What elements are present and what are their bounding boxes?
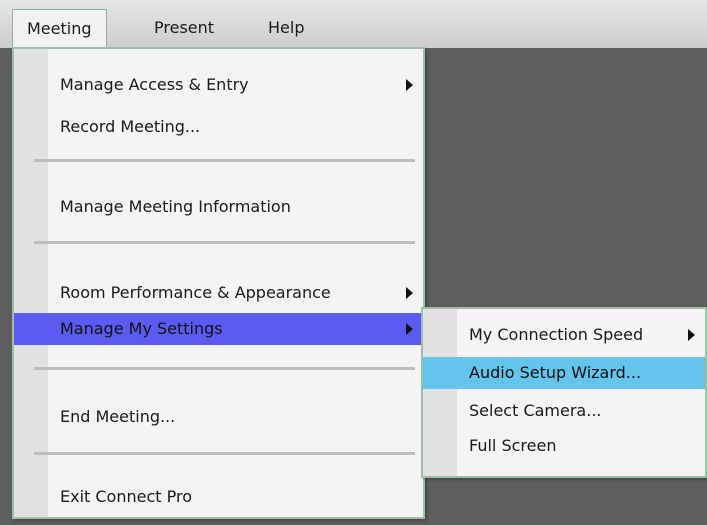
- menu-item-record-meeting[interactable]: Record Meeting...: [14, 111, 423, 143]
- menubar-present[interactable]: Present: [140, 9, 228, 47]
- menu-item-label: Room Performance & Appearance: [60, 283, 331, 302]
- submenu-arrow-icon: [406, 79, 413, 91]
- submenu-item-full-screen[interactable]: Full Screen: [423, 430, 705, 462]
- menu-item-label: Manage Meeting Information: [60, 197, 291, 216]
- menu-item-manage-meeting-info[interactable]: Manage Meeting Information: [14, 191, 423, 223]
- menu-item-manage-access[interactable]: Manage Access & Entry: [14, 69, 423, 101]
- menu-bar: Meeting Present Help: [0, 0, 707, 49]
- menu-separator: [34, 367, 415, 370]
- menu-item-label: My Connection Speed: [469, 325, 644, 344]
- menu-item-label: End Meeting...: [60, 407, 176, 426]
- settings-submenu: My Connection Speed Audio Setup Wizard..…: [421, 307, 707, 478]
- menubar-meeting-label: Meeting: [27, 19, 92, 38]
- menubar-help[interactable]: Help: [254, 9, 318, 47]
- menu-item-label: Record Meeting...: [60, 117, 201, 136]
- submenu-arrow-icon: [406, 323, 413, 335]
- menu-item-label: Manage My Settings: [60, 319, 223, 338]
- menubar-present-label: Present: [154, 18, 215, 37]
- submenu-item-audio-setup-wizard[interactable]: Audio Setup Wizard...: [423, 357, 705, 389]
- menu-item-exit-connect-pro[interactable]: Exit Connect Pro: [14, 481, 423, 513]
- submenu-arrow-icon: [688, 329, 695, 341]
- menu-separator: [34, 159, 415, 162]
- submenu-item-select-camera[interactable]: Select Camera...: [423, 395, 705, 427]
- submenu-item-connection-speed[interactable]: My Connection Speed: [423, 319, 705, 351]
- menu-item-label: Full Screen: [469, 436, 557, 455]
- menubar-help-label: Help: [268, 18, 305, 37]
- menu-item-label: Manage Access & Entry: [60, 75, 249, 94]
- meeting-menu: Manage Access & Entry Record Meeting... …: [12, 47, 425, 519]
- menu-item-label: Audio Setup Wizard...: [469, 363, 642, 382]
- menu-separator: [34, 241, 415, 244]
- menu-item-label: Select Camera...: [469, 401, 602, 420]
- menu-separator: [34, 452, 415, 455]
- menu-item-label: Exit Connect Pro: [60, 487, 193, 506]
- submenu-arrow-icon: [406, 287, 413, 299]
- menu-item-end-meeting[interactable]: End Meeting...: [14, 401, 423, 433]
- menubar-meeting[interactable]: Meeting: [12, 9, 107, 47]
- menu-item-room-performance[interactable]: Room Performance & Appearance: [14, 277, 423, 309]
- menu-item-manage-my-settings[interactable]: Manage My Settings: [14, 313, 423, 345]
